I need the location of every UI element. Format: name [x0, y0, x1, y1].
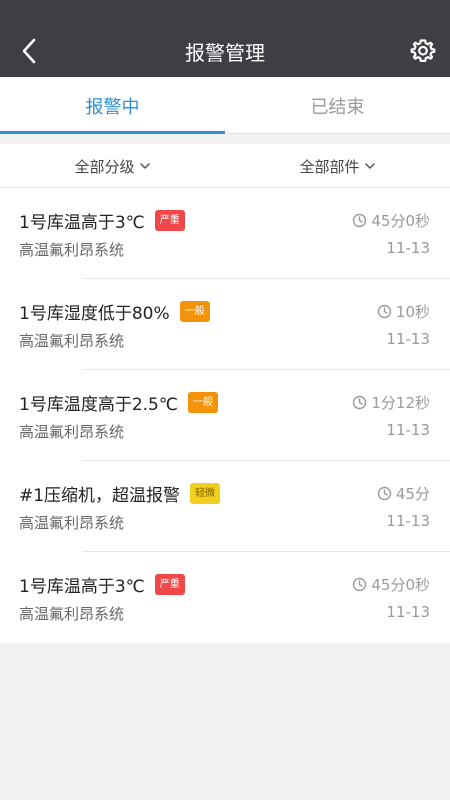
alarm-system: 高温氟利昂系统	[19, 241, 125, 259]
alarm-system: 高温氟利昂系统	[19, 605, 125, 623]
alarm-duration-text: 10秒	[395, 303, 430, 321]
timer-icon	[353, 395, 367, 410]
alarm-date: 11-13	[386, 239, 430, 257]
alarm-list-item[interactable]: #1压缩机，超温报警 轻微 高温氟利昂系统 45分 11-13	[0, 461, 450, 552]
level-filter-dropdown[interactable]: 全部分级	[0, 144, 225, 188]
alarm-date: 11-13	[386, 330, 430, 348]
alarm-list-item[interactable]: 1号库湿度低于80% 一般 高温氟利昂系统 10秒 11-13	[0, 279, 450, 370]
alarm-title-row: #1压缩机，超温报警 轻微	[19, 481, 221, 506]
part-filter-label: 全部部件	[299, 157, 360, 176]
alarm-date: 11-13	[386, 603, 430, 621]
alarm-level-badge: 严重	[154, 210, 185, 231]
alarm-title-row: 1号库温高于3℃ 严重	[19, 208, 185, 233]
alarm-title-row: 1号库温度高于2.5℃ 一般	[19, 390, 218, 415]
alarm-level-badge: 严重	[154, 574, 185, 595]
timer-icon	[353, 577, 367, 592]
alarm-duration-text: 1分12秒	[371, 394, 430, 412]
alarm-duration-text: 45分	[395, 485, 430, 503]
alarm-title: 1号库温高于3℃	[19, 213, 145, 233]
level-filter-label: 全部分级	[74, 157, 135, 176]
alarm-duration: 10秒	[377, 301, 430, 322]
tab-active-alarms[interactable]: 报警中	[0, 77, 225, 134]
alarm-system: 高温氟利昂系统	[19, 514, 125, 532]
timer-icon	[353, 213, 367, 228]
alarm-title-row: 1号库温高于3℃ 严重	[19, 572, 185, 597]
alarm-duration: 45分0秒	[352, 210, 430, 231]
app-header: 报警管理	[0, 0, 450, 77]
alarm-duration: 45分0秒	[352, 574, 430, 595]
gear-icon	[410, 39, 436, 62]
alarm-duration: 45分	[377, 483, 430, 504]
alarm-title: 1号库湿度低于80%	[19, 304, 170, 324]
alarm-list-item[interactable]: 1号库温度高于2.5℃ 一般 高温氟利昂系统 1分12秒 11-13	[0, 370, 450, 461]
tab-underline	[0, 131, 225, 134]
part-filter-dropdown[interactable]: 全部部件	[225, 144, 450, 188]
alarm-level-badge: 轻微	[190, 483, 221, 504]
alarm-date: 11-13	[386, 512, 430, 530]
settings-button[interactable]	[408, 36, 438, 66]
timer-icon	[377, 304, 392, 319]
alarm-title: 1号库温高于3℃	[19, 577, 145, 597]
alarm-level-badge: 一般	[187, 392, 218, 413]
filter-bar: 全部分级 全部部件	[0, 144, 450, 188]
alarm-title: #1压缩机，超温报警	[19, 486, 181, 506]
alarm-list-item[interactable]: 1号库温高于3℃ 严重 高温氟利昂系统 45分0秒 11-13	[0, 552, 450, 643]
alarm-duration-text: 45分0秒	[371, 576, 430, 594]
tab-ended-alarms[interactable]: 已结束	[225, 77, 450, 134]
page-title: 报警管理	[185, 41, 265, 65]
alarm-level-badge: 一般	[179, 301, 210, 322]
alarm-system: 高温氟利昂系统	[19, 423, 125, 441]
alarm-title: 1号库温度高于2.5℃	[19, 395, 178, 415]
alarm-list-item[interactable]: 1号库温高于3℃ 严重 高温氟利昂系统 45分0秒 11-13	[0, 188, 450, 279]
alarm-system: 高温氟利昂系统	[19, 332, 125, 350]
alarm-date: 11-13	[386, 421, 430, 439]
chevron-down-icon	[364, 163, 375, 169]
alarm-duration-text: 45分0秒	[371, 212, 430, 230]
alarm-title-row: 1号库湿度低于80% 一般	[19, 299, 210, 324]
alarm-duration: 1分12秒	[352, 392, 430, 413]
chevron-down-icon	[139, 163, 150, 169]
alarm-list: 1号库温高于3℃ 严重 高温氟利昂系统 45分0秒 11-13 1号库湿度低于8…	[0, 188, 450, 643]
tab-bar: 报警中 已结束	[0, 77, 450, 134]
timer-icon	[377, 486, 392, 501]
